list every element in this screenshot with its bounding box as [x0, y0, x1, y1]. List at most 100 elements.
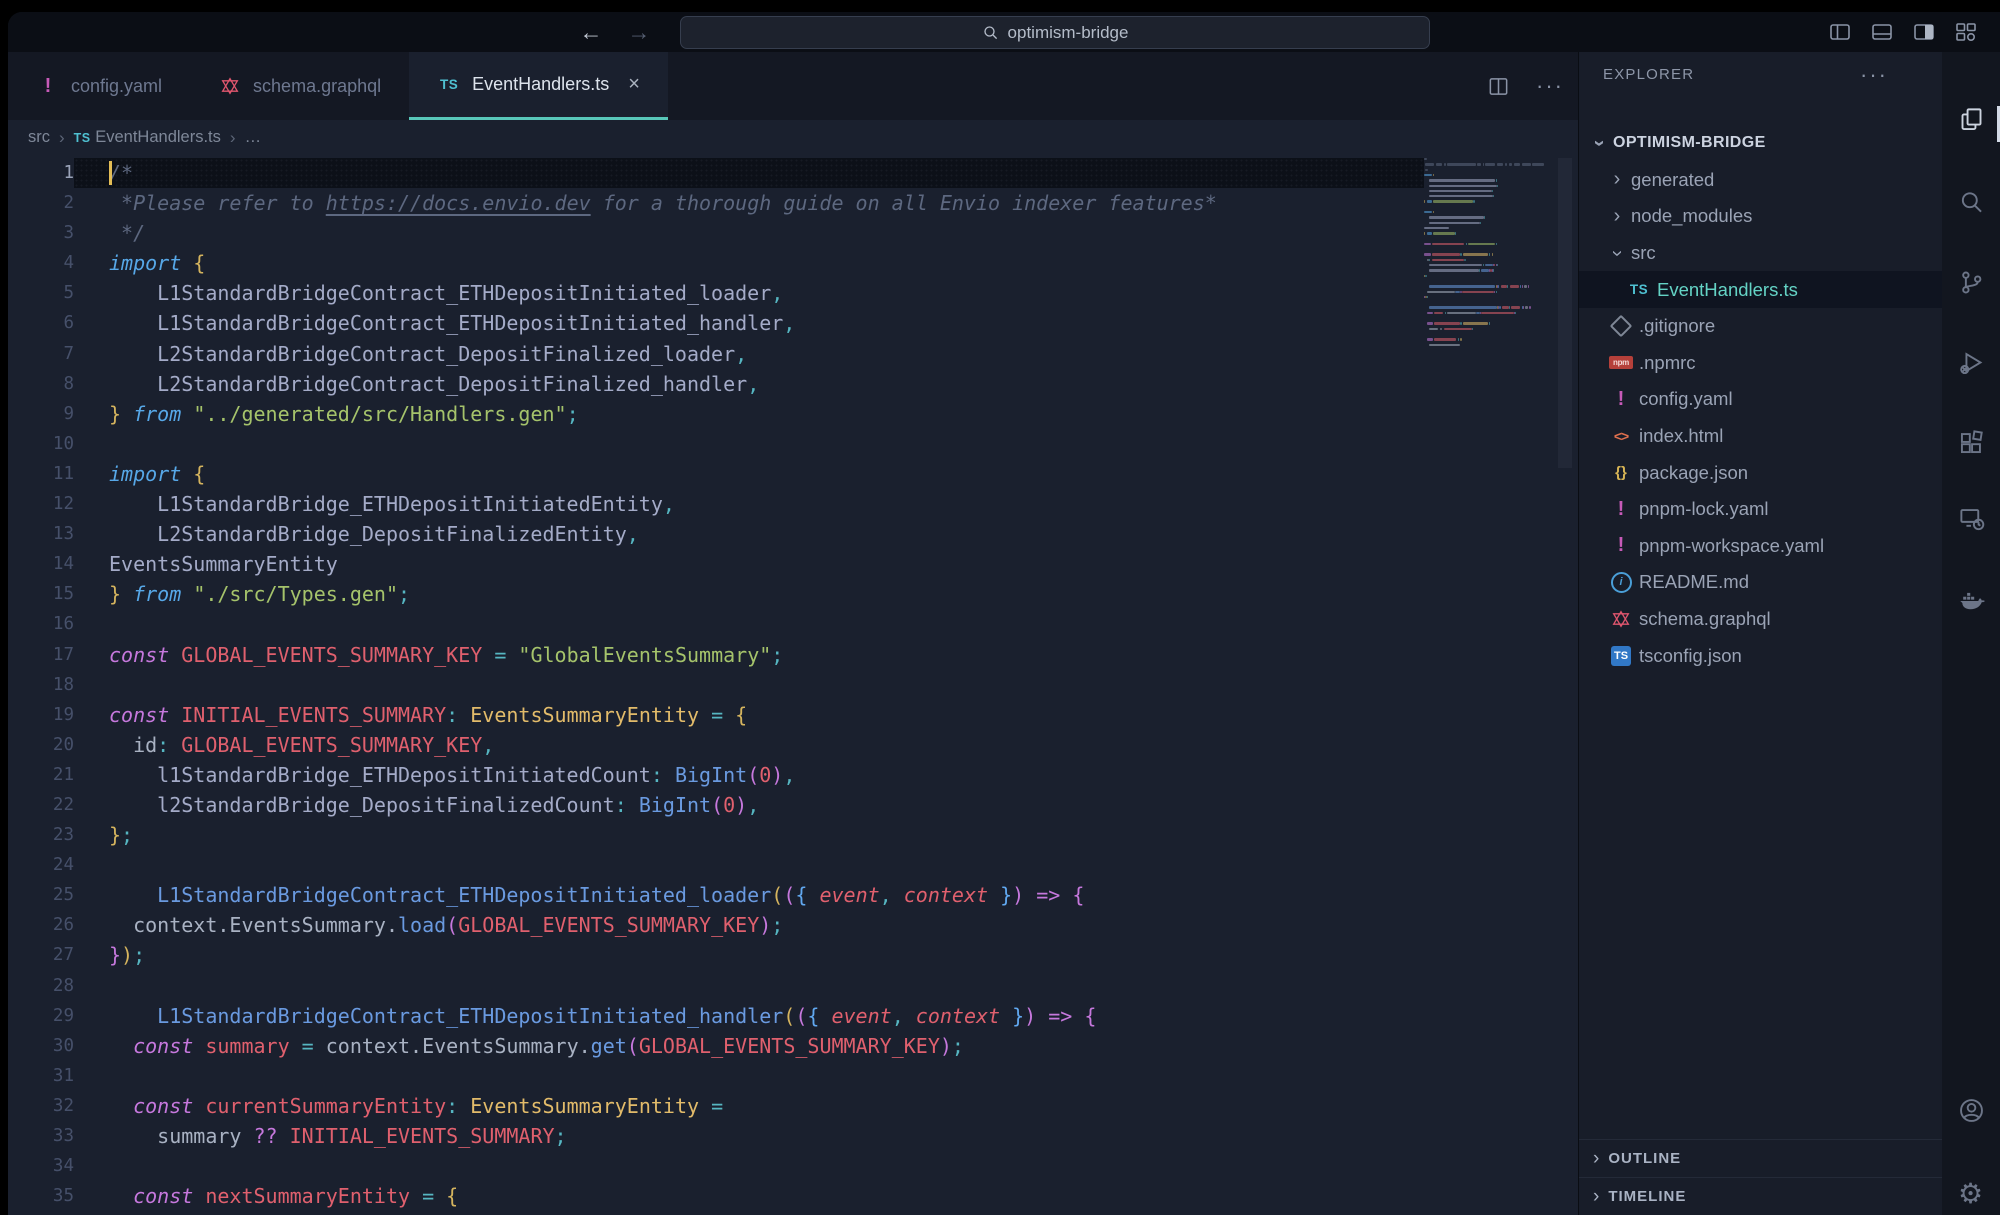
- minimap[interactable]: [1424, 158, 1552, 358]
- explorer-more-icon[interactable]: ···: [1860, 62, 1888, 88]
- tree-item-schema.graphql[interactable]: schema.graphql: [1579, 601, 1942, 638]
- more-actions-icon[interactable]: ···: [1536, 73, 1564, 99]
- code-line-14[interactable]: 14EventsSummaryEntity: [8, 549, 1424, 579]
- code-line-22[interactable]: 22 l2StandardBridge_DepositFinalizedCoun…: [8, 790, 1424, 820]
- tree-item-pnpm-lock.yaml[interactable]: !pnpm-lock.yaml: [1579, 491, 1942, 528]
- code-line-20[interactable]: 20 id: GLOBAL_EVENTS_SUMMARY_KEY,: [8, 730, 1424, 760]
- tree-item-.npmrc[interactable]: npm.npmrc: [1579, 345, 1942, 382]
- code-line-28[interactable]: 28: [8, 971, 1424, 1001]
- chevron-down-icon: ›: [1606, 245, 1629, 261]
- code-line-32[interactable]: 32 const currentSummaryEntity: EventsSum…: [8, 1091, 1424, 1121]
- close-tab-icon[interactable]: ×: [628, 73, 640, 96]
- tree-item-generated[interactable]: ›generated: [1579, 162, 1942, 199]
- nav-back-icon[interactable]: ←: [574, 15, 608, 49]
- file-label: package.json: [1639, 462, 1748, 484]
- vscode-window: ← → optimism-bridge !config.yamlschema.g…: [8, 12, 2000, 1215]
- code-line-16[interactable]: 16: [8, 609, 1424, 639]
- line-number: 17: [8, 640, 74, 670]
- code-line-17[interactable]: 17const GLOBAL_EVENTS_SUMMARY_KEY = "Glo…: [8, 640, 1424, 670]
- line-number: 1: [8, 158, 74, 188]
- line-number: 27: [8, 940, 74, 970]
- source-control-icon[interactable]: [1958, 269, 1985, 296]
- code-line-21[interactable]: 21 l1StandardBridge_ETHDepositInitiatedC…: [8, 760, 1424, 790]
- tree-item-tsconfig.json[interactable]: TStsconfig.json: [1579, 637, 1942, 674]
- docker-icon[interactable]: [1958, 585, 1985, 612]
- editor-scrollbar[interactable]: [1558, 158, 1572, 468]
- code-line-15[interactable]: 15} from "./src/Types.gen";: [8, 579, 1424, 609]
- remote-explorer-icon[interactable]: [1958, 505, 1985, 532]
- breadcrumb[interactable]: src›TS EventHandlers.ts›…: [8, 120, 1578, 155]
- section-timeline[interactable]: ›TIMELINE: [1579, 1177, 1942, 1215]
- tree-item-.gitignore[interactable]: .gitignore: [1579, 308, 1942, 345]
- split-editor-icon[interactable]: [1487, 75, 1510, 98]
- tree-item-src[interactable]: ›src: [1579, 235, 1942, 272]
- account-icon[interactable]: [1958, 1097, 1985, 1124]
- settings-gear-icon[interactable]: ⚙: [1958, 1180, 1985, 1207]
- command-center-search[interactable]: optimism-bridge: [680, 16, 1430, 49]
- title-bar: ← → optimism-bridge: [8, 12, 2000, 52]
- code-line-5[interactable]: 5 L1StandardBridgeContract_ETHDepositIni…: [8, 278, 1424, 308]
- explorer-icon[interactable]: [1958, 106, 1985, 133]
- toggle-primary-sidebar-icon[interactable]: [1828, 20, 1852, 44]
- breadcrumb-item[interactable]: …: [245, 128, 262, 147]
- line-number: 9: [8, 399, 74, 429]
- code-line-24[interactable]: 24: [8, 850, 1424, 880]
- code-line-7[interactable]: 7 L2StandardBridgeContract_DepositFinali…: [8, 339, 1424, 369]
- git-icon: [1609, 314, 1633, 338]
- code-line-4[interactable]: 4import {: [8, 248, 1424, 278]
- file-label: pnpm-workspace.yaml: [1639, 535, 1824, 557]
- code-line-29[interactable]: 29 L1StandardBridgeContract_ETHDepositIn…: [8, 1001, 1424, 1031]
- code-line-6[interactable]: 6 L1StandardBridgeContract_ETHDepositIni…: [8, 308, 1424, 338]
- code-line-27[interactable]: 27});: [8, 940, 1424, 970]
- customize-layout-icon[interactable]: [1954, 20, 1978, 44]
- code-line-33[interactable]: 33 summary ?? INITIAL_EVENTS_SUMMARY;: [8, 1121, 1424, 1151]
- tree-item-index.html[interactable]: <>index.html: [1579, 418, 1942, 455]
- code-line-19[interactable]: 19const INITIAL_EVENTS_SUMMARY: EventsSu…: [8, 700, 1424, 730]
- code-line-26[interactable]: 26 context.EventsSummary.load(GLOBAL_EVE…: [8, 910, 1424, 940]
- section-outline[interactable]: ›OUTLINE: [1579, 1139, 1942, 1177]
- tab-EventHandlers.ts[interactable]: TSEventHandlers.ts×: [409, 52, 668, 120]
- tree-item-node_modules[interactable]: ›node_modules: [1579, 198, 1942, 235]
- code-line-34[interactable]: 34: [8, 1151, 1424, 1181]
- code-line-25[interactable]: 25 L1StandardBridgeContract_ETHDepositIn…: [8, 880, 1424, 910]
- code-lines[interactable]: 1/*2 *Please refer to https://docs.envio…: [8, 158, 1424, 1215]
- tab-schema.graphql[interactable]: schema.graphql: [190, 52, 409, 120]
- code-line-31[interactable]: 31: [8, 1061, 1424, 1091]
- code-line-3[interactable]: 3 */: [8, 218, 1424, 248]
- code-line-13[interactable]: 13 L2StandardBridge_DepositFinalizedEnti…: [8, 519, 1424, 549]
- code-line-11[interactable]: 11import {: [8, 459, 1424, 489]
- section-label: OUTLINE: [1608, 1150, 1681, 1167]
- line-number: 5: [8, 278, 74, 308]
- run-debug-icon[interactable]: [1958, 349, 1985, 376]
- code-line-18[interactable]: 18: [8, 670, 1424, 700]
- tree-item-README.md[interactable]: iREADME.md: [1579, 564, 1942, 601]
- code-line-12[interactable]: 12 L1StandardBridge_ETHDepositInitiatedE…: [8, 489, 1424, 519]
- code-line-1[interactable]: 1/*: [8, 158, 1424, 188]
- toggle-panel-icon[interactable]: [1870, 20, 1894, 44]
- nav-forward-icon[interactable]: →: [622, 15, 656, 49]
- code-line-23[interactable]: 23};: [8, 820, 1424, 850]
- breadcrumb-item[interactable]: src: [28, 128, 50, 147]
- extensions-icon[interactable]: [1958, 429, 1985, 456]
- code-line-30[interactable]: 30 const summary = context.EventsSummary…: [8, 1031, 1424, 1061]
- tab-config.yaml[interactable]: !config.yaml: [8, 52, 190, 120]
- code-line-2[interactable]: 2 *Please refer to https://docs.envio.de…: [8, 188, 1424, 218]
- layout-controls: [1828, 20, 1978, 44]
- code-editor[interactable]: 1/*2 *Please refer to https://docs.envio…: [8, 155, 1578, 1215]
- code-line-35[interactable]: 35 const nextSummaryEntity = {: [8, 1181, 1424, 1211]
- tree-root-optimism-bridge[interactable]: ›OPTIMISM-BRIDGE: [1579, 125, 1942, 162]
- code-line-36[interactable]: 36 ...currentSummaryEntity,: [8, 1211, 1424, 1215]
- tree-item-package.json[interactable]: {}package.json: [1579, 454, 1942, 491]
- search-icon: [982, 24, 1000, 42]
- breadcrumb-item[interactable]: TS EventHandlers.ts: [74, 128, 221, 147]
- tree-item-pnpm-workspace.yaml[interactable]: !pnpm-workspace.yaml: [1579, 528, 1942, 565]
- tsconfig-icon: TS: [1609, 644, 1633, 668]
- tree-item-EventHandlers.ts[interactable]: TSEventHandlers.ts: [1579, 271, 1942, 308]
- toggle-secondary-sidebar-icon[interactable]: [1912, 20, 1936, 44]
- search-value: optimism-bridge: [1008, 23, 1129, 43]
- code-line-9[interactable]: 9} from "../generated/src/Handlers.gen";: [8, 399, 1424, 429]
- code-line-8[interactable]: 8 L2StandardBridgeContract_DepositFinali…: [8, 369, 1424, 399]
- search-view-icon[interactable]: [1958, 189, 1985, 216]
- tree-item-config.yaml[interactable]: !config.yaml: [1579, 381, 1942, 418]
- code-line-10[interactable]: 10: [8, 429, 1424, 459]
